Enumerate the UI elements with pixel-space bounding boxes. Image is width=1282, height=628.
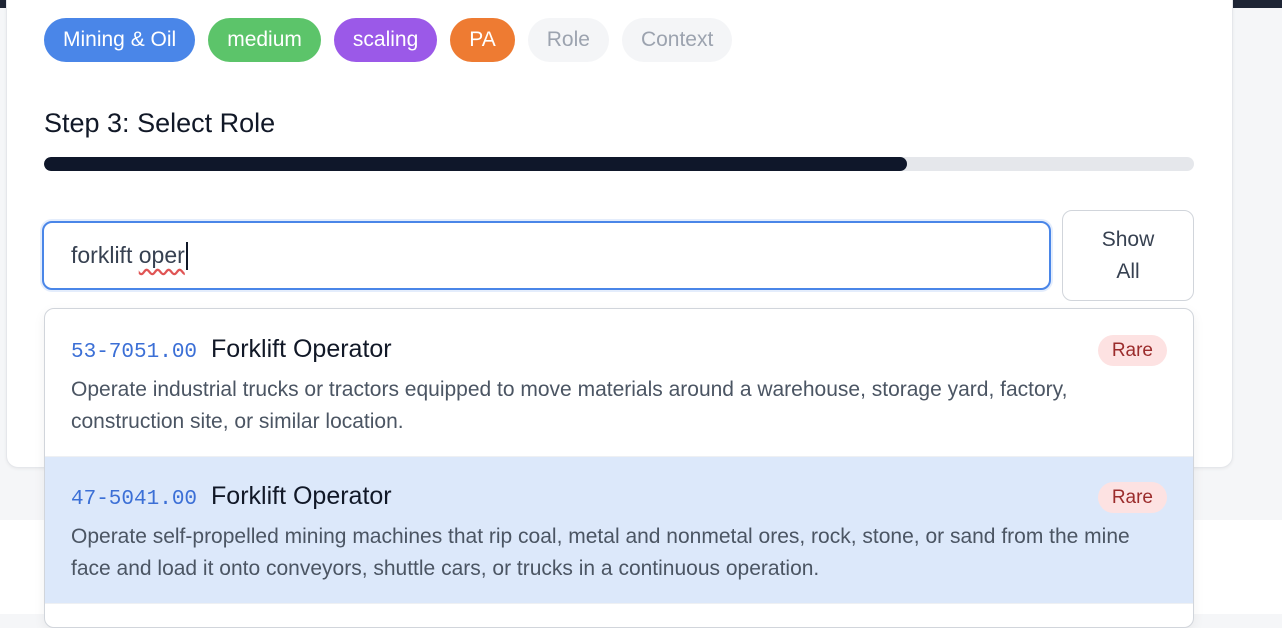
rarity-badge: Rare bbox=[1097, 482, 1167, 513]
chip-industry[interactable]: Mining & Oil bbox=[44, 18, 196, 62]
role-code: 47-5041.00 bbox=[71, 488, 198, 511]
role-description: Operate industrial trucks or tractors eq… bbox=[71, 378, 1068, 433]
progress-bar bbox=[44, 157, 1194, 171]
role-description: Operate self-propelled mining machines t… bbox=[71, 525, 1130, 580]
progress-bar-fill bbox=[44, 157, 907, 171]
chip-role: Role bbox=[527, 18, 609, 62]
step-title: Step 3: Select Role bbox=[44, 108, 276, 138]
role-results-dropdown: 53-7051.00 Forklift Operator Rare Operat… bbox=[44, 308, 1194, 628]
role-result-item[interactable]: 53-7051.00 Forklift Operator Rare Operat… bbox=[45, 309, 1193, 457]
chip-context: Context bbox=[621, 18, 733, 62]
role-code: 53-7051.00 bbox=[71, 341, 198, 364]
role-title: Forklift Operator bbox=[211, 482, 392, 510]
chip-state[interactable]: PA bbox=[450, 18, 515, 62]
show-all-label-line1: Show bbox=[1101, 227, 1155, 251]
search-text-misspelled: oper bbox=[138, 242, 185, 268]
show-all-button[interactable]: Show All bbox=[1062, 210, 1194, 301]
chip-size[interactable]: medium bbox=[208, 18, 321, 62]
rarity-badge: Rare bbox=[1097, 335, 1167, 366]
show-all-label-line2: All bbox=[1116, 259, 1140, 283]
role-result-item-highlighted[interactable]: 47-5041.00 Forklift Operator Rare Operat… bbox=[45, 457, 1193, 604]
text-caret bbox=[185, 241, 188, 270]
step-chips: Mining & Oil medium scaling PA Role Cont… bbox=[44, 18, 733, 62]
search-text: forklift bbox=[71, 242, 139, 268]
role-title: Forklift Operator bbox=[211, 335, 392, 363]
chip-stage[interactable]: scaling bbox=[333, 18, 438, 62]
role-search-input[interactable]: forklift oper bbox=[42, 221, 1051, 290]
